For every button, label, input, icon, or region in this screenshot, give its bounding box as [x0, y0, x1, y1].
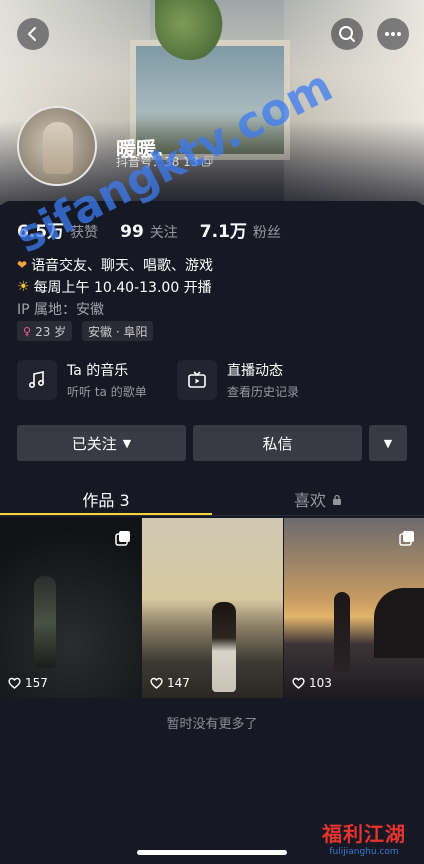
stats-row: 6.5万 获赞 99 关注 7.1万 粉丝 [17, 217, 303, 242]
caret-down-icon: ▼ [122, 436, 132, 450]
bio-line-2: ☀ 每周上午 10.40-13.00 开播 [17, 277, 212, 297]
followers-label[interactable]: 粉丝 [253, 222, 281, 242]
followed-label: 已关注 [71, 434, 117, 453]
video-grid: 157 147 103 [0, 518, 424, 698]
active-tab-indicator [0, 513, 212, 515]
dropdown-button[interactable]: ▼ [369, 425, 407, 461]
back-button[interactable] [17, 18, 49, 50]
like-count-value: 157 [25, 676, 48, 690]
age-tag: ♀ 23 岁 [17, 321, 73, 341]
ip-location: IP 属地：安徽 [17, 302, 105, 318]
likes-label: 获赞 [70, 225, 99, 241]
sun-emoji-icon: ☀ [17, 279, 30, 295]
like-count: 157 [8, 676, 48, 690]
message-button[interactable]: 私信 [193, 425, 362, 461]
music-icon [28, 371, 45, 389]
video-thumbnail-figure [334, 592, 350, 672]
like-count: 103 [292, 676, 332, 690]
no-more-text: 暂时没有更多了 [166, 717, 258, 732]
more-button[interactable] [377, 18, 409, 50]
search-icon [339, 26, 355, 42]
watermark-logo-text: 福利江湖 [322, 822, 406, 846]
heart-icon [8, 677, 21, 689]
followers-count[interactable]: 7.1万 [200, 217, 247, 242]
bio-text-2: 每周上午 10.40-13.00 开播 [33, 280, 212, 296]
douyin-id-text: 抖音号：38 13 [116, 155, 199, 169]
like-count-value: 147 [167, 676, 190, 690]
video-tile[interactable]: 103 [284, 518, 424, 698]
followed-button[interactable]: 已关注 ▼ [17, 425, 186, 461]
live-subtitle: 查看历史记录 [227, 385, 300, 399]
multi-image-icon [399, 531, 414, 546]
bio-line-1: ❤ 语音交友、聊天、唱歌、游戏 [17, 255, 213, 275]
multi-image-icon [115, 531, 130, 546]
heart-emoji-icon: ❤ [17, 258, 28, 272]
following-label[interactable]: 关注 [150, 222, 178, 242]
music-title: Ta 的音乐 [67, 363, 129, 379]
watermark-logo-sub: fulijianghu.com [329, 847, 399, 857]
like-count-value: 103 [309, 676, 332, 690]
tab-likes[interactable]: 喜欢 [212, 482, 424, 516]
music-subtitle: 听听 ta 的歌单 [67, 385, 147, 399]
bio-text-1: 语音交友、聊天、唱歌、游戏 [31, 258, 214, 274]
search-button[interactable] [331, 18, 363, 50]
avatar-figure [43, 122, 73, 174]
more-icon [385, 32, 401, 36]
live-tv-icon [188, 371, 206, 388]
heart-icon [150, 677, 163, 689]
content-tabs: 作品 3 喜欢 [0, 482, 424, 516]
watermark-logo: 福利江湖 fulijianghu.com [322, 818, 406, 857]
video-tile[interactable]: 157 [0, 518, 141, 698]
tab-works[interactable]: 作品 3 [0, 482, 212, 516]
music-icon-box [17, 360, 57, 400]
live-entry[interactable]: 直播动态 查看历史记录 [177, 360, 299, 400]
live-title: 直播动态 [227, 363, 283, 379]
following-count[interactable]: 99 [120, 222, 144, 242]
home-indicator[interactable] [137, 850, 287, 855]
dropdown-icon: ▼ [383, 436, 393, 450]
like-count: 147 [150, 676, 190, 690]
live-icon-box [177, 360, 217, 400]
avatar[interactable] [17, 106, 97, 186]
likes-count: 6.5万 [17, 222, 65, 242]
copy-icon[interactable] [202, 156, 213, 167]
video-thumbnail-figure [212, 602, 236, 692]
back-icon [27, 27, 36, 41]
tab-works-label: 作品 3 [82, 491, 130, 510]
location-tag: 安徽 · 阜阳 [82, 321, 154, 341]
music-entry[interactable]: Ta 的音乐 听听 ta 的歌单 [17, 360, 147, 400]
female-icon: ♀ [23, 324, 32, 338]
tab-likes-label: 喜欢 [293, 491, 326, 510]
message-label: 私信 [262, 434, 293, 453]
douyin-id[interactable]: 抖音号：38 13 [116, 153, 213, 170]
video-thumbnail-rocks [374, 588, 424, 658]
heart-icon [292, 677, 305, 689]
video-tile[interactable]: 147 [142, 518, 283, 698]
lock-icon [333, 494, 341, 505]
age-text: 23 岁 [35, 324, 67, 339]
video-thumbnail-figure [34, 576, 56, 668]
